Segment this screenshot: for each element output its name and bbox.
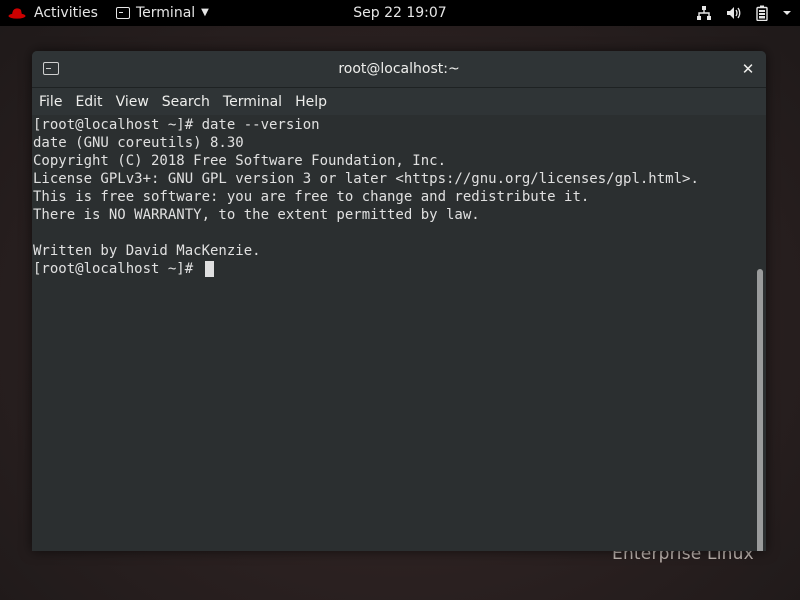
scrollbar-thumb[interactable] bbox=[757, 269, 763, 551]
app-menu[interactable]: Terminal ▼ bbox=[116, 0, 209, 26]
menu-edit[interactable]: Edit bbox=[70, 94, 107, 110]
terminal-line: date (GNU coreutils) 8.30 bbox=[33, 135, 244, 151]
menu-file[interactable]: File bbox=[34, 94, 67, 110]
window-titlebar[interactable]: root@localhost:~ ✕ bbox=[32, 51, 766, 88]
terminal-line: There is NO WARRANTY, to the extent perm… bbox=[33, 207, 480, 223]
window-title: root@localhost:~ bbox=[338, 61, 460, 77]
terminal-window[interactable]: root@localhost:~ ✕ File Edit View Search… bbox=[32, 51, 766, 551]
menu-search[interactable]: Search bbox=[157, 94, 215, 110]
terminal-prompt: [root@localhost ~]# bbox=[33, 261, 202, 277]
activities-button[interactable]: Activities bbox=[8, 0, 98, 26]
terminal-app-icon bbox=[116, 7, 130, 19]
battery-icon bbox=[756, 5, 768, 21]
scrollbar[interactable] bbox=[754, 115, 766, 551]
text-cursor bbox=[204, 261, 214, 277]
terminal-line: Written by David MacKenzie. bbox=[33, 243, 261, 259]
menu-view[interactable]: View bbox=[111, 94, 154, 110]
system-menu-icon bbox=[783, 11, 791, 15]
terminal-output[interactable]: [root@localhost ~]# date --version date … bbox=[32, 115, 754, 551]
terminal-prompt-line: [root@localhost ~]# bbox=[33, 260, 754, 278]
menu-bar: File Edit View Search Terminal Help bbox=[32, 88, 766, 115]
redhat-logo-icon bbox=[8, 8, 26, 19]
clock[interactable]: Sep 22 19:07 bbox=[353, 5, 446, 21]
menu-help[interactable]: Help bbox=[290, 94, 332, 110]
app-menu-label: Terminal bbox=[136, 5, 196, 21]
activities-label: Activities bbox=[34, 5, 98, 21]
system-tray[interactable] bbox=[696, 0, 792, 26]
volume-icon bbox=[727, 7, 741, 19]
close-button[interactable]: ✕ bbox=[740, 51, 756, 87]
terminal-line: Copyright (C) 2018 Free Software Foundat… bbox=[33, 153, 447, 169]
top-bar: Activities Terminal ▼ Sep 22 19:07 bbox=[0, 0, 800, 26]
terminal-line: This is free software: you are free to c… bbox=[33, 189, 590, 205]
terminal-line: License GPLv3+: GNU GPL version 3 or lat… bbox=[33, 171, 699, 187]
menu-terminal[interactable]: Terminal bbox=[218, 94, 287, 110]
terminal-line: [root@localhost ~]# date --version bbox=[33, 117, 320, 133]
caret-down-icon: ▼ bbox=[201, 7, 209, 18]
network-icon bbox=[697, 6, 711, 20]
